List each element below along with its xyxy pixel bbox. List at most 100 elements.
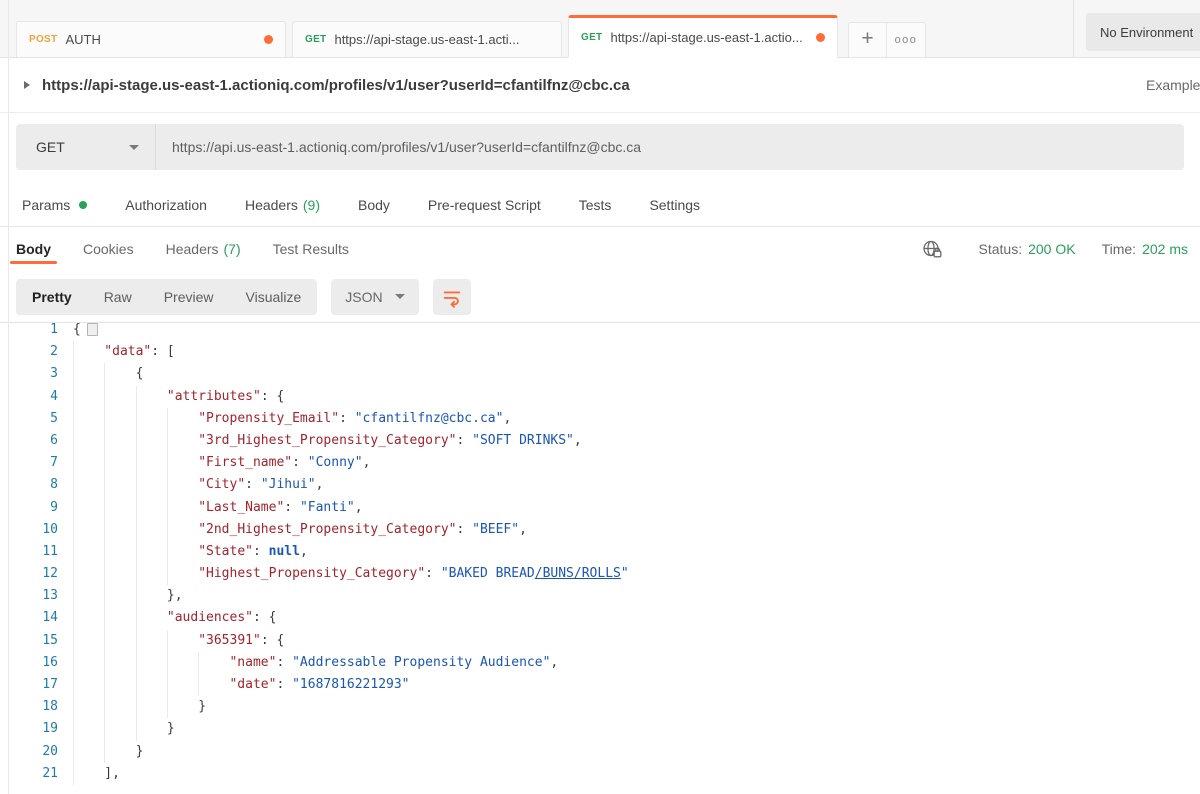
indent-guide-icon (73, 563, 104, 585)
request-section-tab-headers[interactable]: Headers(9) (245, 197, 320, 213)
response-tab-test-results[interactable]: Test Results (267, 227, 355, 271)
indent-guide-icon (167, 541, 198, 563)
network-ssl-icon[interactable] (922, 239, 943, 260)
response-tabs: Body Cookies Headers(7) Test Results (10, 227, 375, 271)
code-text: { (73, 363, 143, 385)
token-punc: : (456, 433, 472, 448)
url-section: GET https://api.us-east-1.actioniq.com/p… (0, 113, 1200, 184)
indent-guide-icon (167, 630, 198, 652)
tab-options-button[interactable]: ooo (887, 23, 925, 57)
token-str: "cfantilfnz@cbc.ca" (355, 411, 504, 426)
token-punc: : [ (151, 344, 174, 359)
request-tab[interactable]: GEThttps://api-stage.us-east-1.acti... (292, 21, 562, 58)
request-tabs: Params Authorization Headers(9) Body Pre-req… (0, 184, 1200, 227)
view-mode-raw[interactable]: Raw (88, 279, 148, 315)
request-section-tab-settings[interactable]: Settings (649, 197, 700, 213)
response-tab-label: Body (16, 241, 51, 257)
indent-guide-icon (104, 741, 135, 763)
format-select[interactable]: JSON (331, 279, 418, 315)
token-key: "365391" (198, 633, 261, 648)
collapse-arrow-icon[interactable] (24, 81, 30, 89)
url-input[interactable]: https://api.us-east-1.actioniq.com/profi… (156, 139, 641, 155)
wrap-lines-button[interactable] (433, 279, 471, 315)
indent-guide-icon (167, 563, 198, 585)
indent-guide-icon (104, 563, 135, 585)
response-tab-cookies[interactable]: Cookies (77, 227, 140, 271)
indent-guide-icon (104, 541, 135, 563)
token-punc: : (284, 500, 300, 515)
token-punc: } (136, 744, 144, 759)
token-str: "BEEF" (472, 522, 519, 537)
token-key: "3rd_Highest_Propensity_Category" (198, 433, 456, 448)
code-line: 3{ (0, 363, 1200, 385)
indent-guide-icon (73, 718, 104, 740)
indent-guide-icon (73, 541, 104, 563)
response-view-toolbar: PrettyRawPreviewVisualize JSON (0, 271, 1200, 322)
code-text: ], (73, 763, 120, 785)
token-key: "Propensity_Email" (198, 411, 339, 426)
request-tab[interactable]: GEThttps://api-stage.us-east-1.actio... (568, 15, 838, 58)
token-key: "State" (198, 544, 253, 559)
code-line: 12"Highest_Propensity_Category": "BAKED … (0, 563, 1200, 585)
indent-guide-icon (136, 541, 167, 563)
token-key: "data" (104, 344, 151, 359)
pane-divider (8, 0, 9, 794)
indent-guide-icon (104, 718, 135, 740)
indent-guide-icon (167, 674, 198, 696)
response-tab-body[interactable]: Body (10, 227, 57, 271)
request-section-tab-body[interactable]: Body (358, 197, 390, 213)
view-mode-visualize[interactable]: Visualize (230, 279, 318, 315)
token-key: "date" (229, 677, 276, 692)
indent-guide-icon (136, 585, 167, 607)
code-line: 15"365391": { (0, 630, 1200, 652)
token-key: "City" (198, 477, 245, 492)
response-header: BodyCookiesHeaders(7)Test Results Status… (0, 227, 1200, 271)
indent-guide-icon (73, 630, 104, 652)
code-text: "data": [ (73, 341, 175, 363)
response-body-viewer[interactable]: 1{2"data": [3{4"attributes": {5"Propensi… (0, 322, 1200, 794)
indent-guide-icon (136, 563, 167, 585)
code-text: "Highest_Propensity_Category": "BAKED BR… (73, 563, 629, 585)
indent-guide-icon (136, 652, 167, 674)
code-text: "First_name": "Conny", (73, 452, 370, 474)
code-text: } (73, 718, 175, 740)
view-mode-preview[interactable]: Preview (148, 279, 230, 315)
indent-guide-icon (104, 497, 135, 519)
indent-guide-icon (104, 585, 135, 607)
indent-guide-icon (73, 741, 104, 763)
indent-guide-icon (136, 386, 167, 408)
token-punc: : (276, 677, 292, 692)
code-line: 7"First_name": "Conny", (0, 452, 1200, 474)
response-tab-label: Test Results (273, 241, 349, 257)
time-label: Time: (1102, 241, 1136, 257)
request-tab[interactable]: POSTAUTH (16, 21, 286, 58)
indent-guide-icon (104, 696, 135, 718)
indent-guide-icon (167, 408, 198, 430)
token-punc: , (519, 522, 527, 537)
response-tab-headers[interactable]: Headers(7) (160, 227, 247, 271)
method-select[interactable]: GET (16, 124, 156, 170)
tab-method-label: GET (581, 32, 602, 43)
code-text: { (73, 322, 98, 341)
request-section-tab-pre-request-script[interactable]: Pre-request Script (428, 197, 541, 213)
indent-guide-icon (73, 585, 104, 607)
token-key: "name" (229, 655, 276, 670)
request-section-tab-authorization[interactable]: Authorization (125, 197, 207, 213)
tab-strip: POSTAUTHGEThttps://api-stage.us-east-1.a… (0, 0, 1200, 58)
indent-guide-icon (73, 763, 104, 785)
code-line: 9"Last_Name": "Fanti", (0, 497, 1200, 519)
new-tab-button[interactable]: + (849, 23, 887, 57)
fold-marker-icon[interactable] (87, 323, 98, 336)
indent-guide-icon (73, 386, 104, 408)
request-section-tab-tests[interactable]: Tests (579, 197, 612, 213)
postman-app: POSTAUTHGEThttps://api-stage.us-east-1.a… (0, 0, 1200, 794)
environment-selector[interactable]: No Environment (1086, 13, 1200, 51)
token-punc: : { (261, 633, 284, 648)
view-mode-pretty[interactable]: Pretty (16, 279, 88, 315)
examples-button[interactable]: Examples (1146, 77, 1200, 93)
format-value: JSON (345, 289, 382, 305)
request-section-tab-params[interactable]: Params (22, 197, 87, 213)
indent-guide-icon (136, 674, 167, 696)
indent-guide-icon (104, 386, 135, 408)
environment-label: No Environment (1100, 25, 1193, 40)
